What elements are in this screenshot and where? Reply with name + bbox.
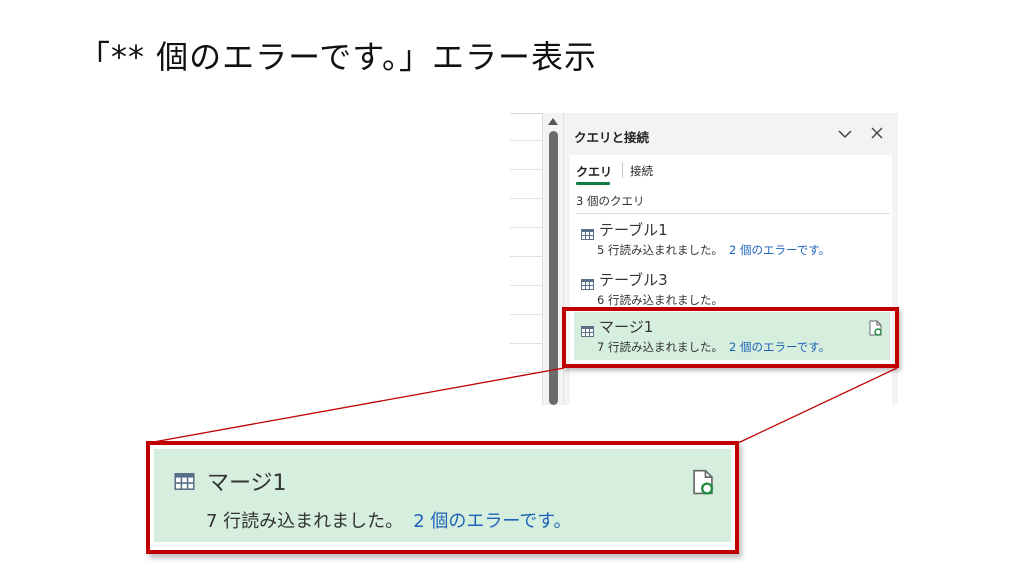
chevron-down-icon[interactable] bbox=[838, 125, 852, 143]
highlight-box-selected-query bbox=[562, 307, 899, 368]
tab-queries-label: クエリ bbox=[576, 165, 613, 179]
tab-separator bbox=[622, 162, 623, 178]
zoom-query-status: 7 行読み込まれました。 2 個のエラーです。 bbox=[206, 507, 571, 533]
divider bbox=[576, 213, 890, 214]
zoom-status-text: 7 行読み込まれました。 bbox=[206, 511, 404, 532]
query-count: 3 個のクエリ bbox=[576, 194, 645, 208]
active-tab-indicator bbox=[576, 182, 610, 185]
query-status: 6 行読み込まれました。 bbox=[597, 293, 723, 307]
scrollbar-thumb[interactable] bbox=[549, 131, 558, 405]
query-name: テーブル1 bbox=[599, 221, 668, 239]
query-status-text: 5 行読み込まれました。 bbox=[597, 243, 723, 257]
scroll-up-arrow-icon[interactable] bbox=[548, 118, 558, 125]
query-name: テーブル3 bbox=[599, 271, 668, 289]
zoomed-query-item-merge1: マージ1 7 行読み込まれました。 2 個のエラーです。 bbox=[154, 449, 731, 542]
table-icon bbox=[174, 473, 195, 494]
close-icon[interactable] bbox=[871, 125, 883, 143]
table-icon bbox=[581, 275, 594, 294]
tab-connections-label: 接続 bbox=[630, 164, 653, 178]
query-item-table3[interactable]: テーブル3 6 行読み込まれました。 bbox=[574, 265, 890, 313]
query-status: 5 行読み込まれました。 2 個のエラーです。 bbox=[597, 242, 830, 258]
zoom-query-name: マージ1 bbox=[207, 471, 287, 496]
vertical-scrollbar[interactable] bbox=[542, 113, 564, 405]
table-icon bbox=[581, 225, 594, 244]
tab-queries[interactable]: クエリ bbox=[576, 163, 613, 185]
refresh-document-icon bbox=[692, 469, 714, 499]
pane-title: クエリと接続 bbox=[574, 130, 650, 145]
query-item-table1[interactable]: テーブル1 5 行読み込まれました。 2 個のエラーです。 bbox=[574, 215, 890, 263]
slide-title: 「** 個のエラーです。」エラー表示 bbox=[78, 38, 598, 76]
zoom-callout: マージ1 7 行読み込まれました。 2 個のエラーです。 bbox=[146, 441, 739, 554]
error-link[interactable]: 2 個のエラーです。 bbox=[729, 243, 830, 257]
tab-connections[interactable]: 接続 bbox=[630, 163, 653, 179]
zoom-error-link: 2 個のエラーです。 bbox=[413, 511, 572, 532]
worksheet-area[interactable] bbox=[510, 113, 542, 405]
